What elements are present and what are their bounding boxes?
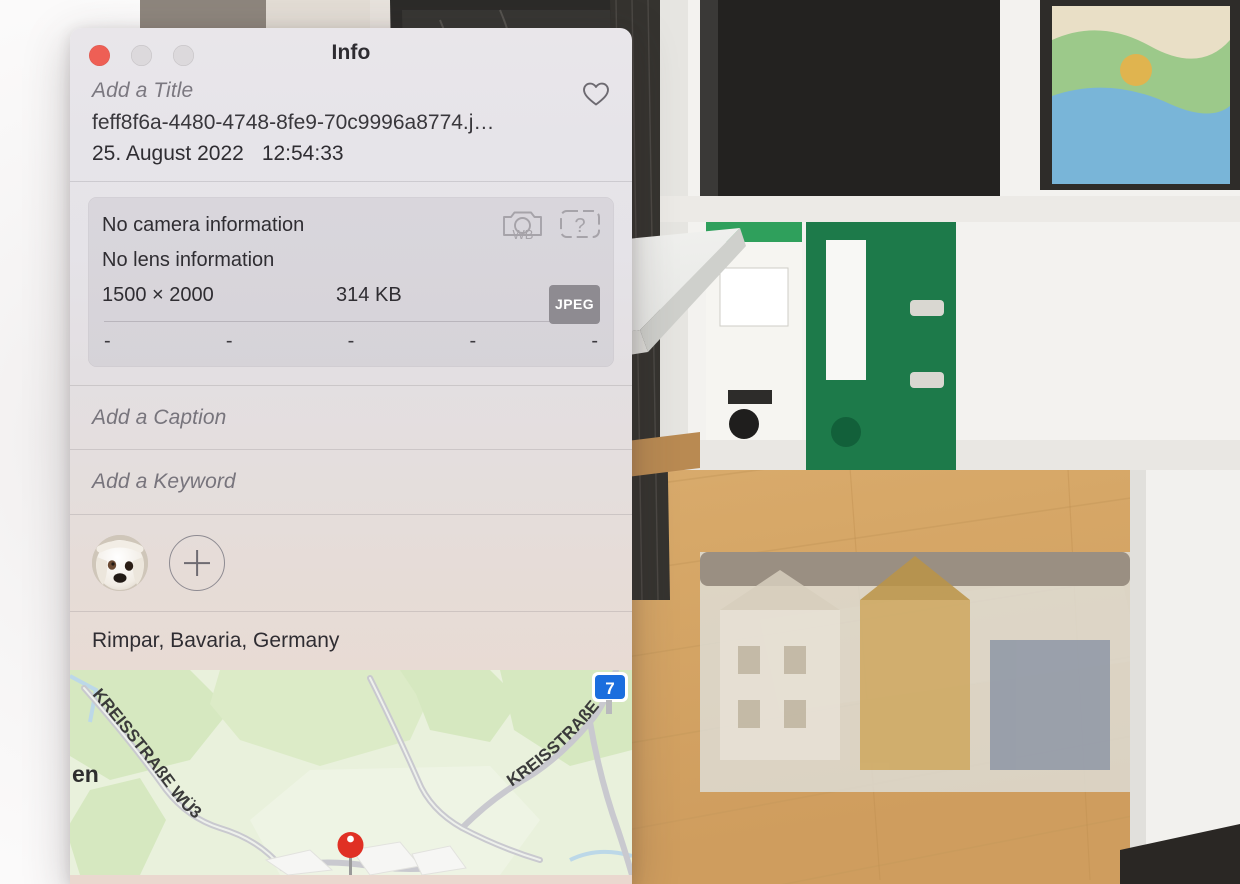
exif-value: - <box>347 330 355 352</box>
exif-value: - <box>104 330 111 352</box>
keyword-input[interactable]: Add a Keyword <box>70 450 632 514</box>
screen: Info Add a Title feff8f6a-4480-4748-8fe9… <box>0 0 1240 884</box>
dimensions-label: 1500 × 2000 <box>102 284 214 306</box>
svg-text:7: 7 <box>605 679 614 698</box>
metadata-icons: WB ? <box>500 207 602 241</box>
metadata-card: WB ? No camera information No lens infor… <box>88 197 614 367</box>
format-badge: JPEG <box>549 285 600 324</box>
location-label: Rimpar, Bavaria, Germany <box>92 629 340 652</box>
time-label: 12:54:33 <box>261 142 344 165</box>
date-label: 25. August 2022 <box>92 142 244 165</box>
svg-text:WB: WB <box>513 227 534 241</box>
add-face-button[interactable] <box>169 535 225 591</box>
exif-value: - <box>469 330 477 352</box>
exif-value: - <box>591 330 598 352</box>
heart-icon[interactable] <box>582 81 610 107</box>
title-input[interactable]: Add a Title <box>92 76 193 106</box>
camera-wb-icon: WB <box>503 211 542 241</box>
faces-row <box>70 515 632 611</box>
dog-face-avatar <box>92 535 148 591</box>
question-mark-icon: ? <box>560 210 600 238</box>
lens-info: No lens information <box>102 249 275 271</box>
file-info-row: 1500 × 2000 314 KB JPEG <box>102 278 600 324</box>
filename-label: feff8f6a-4480-4748-8fe9-70c9996a8774.j… <box>92 111 495 134</box>
metadata-section: WB ? No camera information No lens infor… <box>70 182 632 385</box>
exif-values-row: - - - - - <box>102 322 600 357</box>
svg-text:?: ? <box>574 215 585 237</box>
title-row: Add a Title <box>92 76 610 107</box>
map-place-label: en <box>72 761 99 787</box>
info-window: Info Add a Title feff8f6a-4480-4748-8fe9… <box>70 28 632 884</box>
caption-input[interactable]: Add a Caption <box>70 386 632 449</box>
location-map[interactable]: KREISSTRAßE WÜ3 KREISSTRAßE en 7 <box>70 670 632 875</box>
map-canvas: KREISSTRAßE WÜ3 KREISSTRAßE en 7 <box>70 670 632 875</box>
window-title: Info <box>331 41 371 64</box>
datetime-row: 25. August 2022 12:54:33 <box>92 139 610 169</box>
header-block: Add a Title feff8f6a-4480-4748-8fe9-70c9… <box>70 76 632 181</box>
exif-value: - <box>225 330 233 352</box>
dog-face-thumbnail[interactable] <box>92 535 148 591</box>
window-titlebar: Info <box>70 28 632 76</box>
